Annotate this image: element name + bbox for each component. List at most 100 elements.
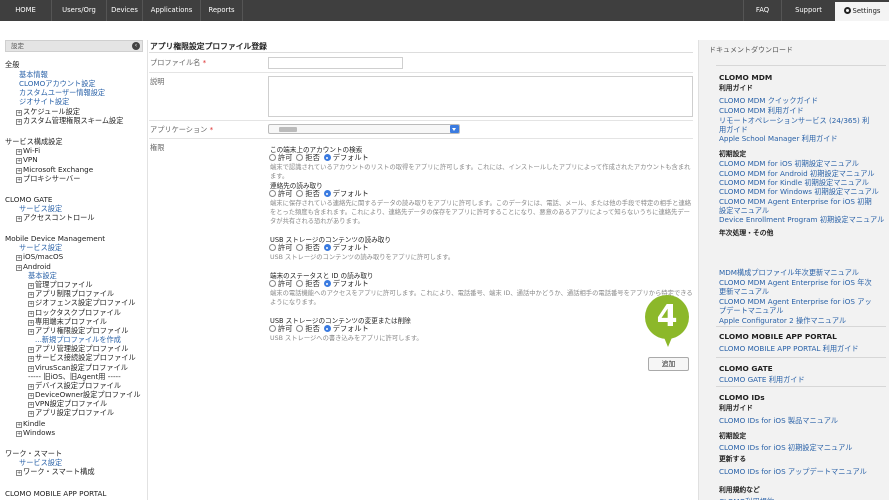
radio-deny[interactable]: 拒否 [296,189,320,198]
expand-icon[interactable]: + [16,216,22,222]
profile-name-label: プロファイル名 * [150,58,207,67]
document-link[interactable]: CLOMO MOBILE APP PORTAL 利用ガイド [719,344,859,354]
nav-applications[interactable]: Applications [143,0,201,21]
sidebar-item-label: Mobile Device Management [5,234,106,243]
sidebar-item-label: CLOMO GATE [5,195,53,204]
sidebar-item[interactable]: + カスタム管理権限スキーム設定 [16,116,123,126]
radio-deny[interactable]: 拒否 [296,153,320,162]
expand-icon[interactable]: + [16,470,22,476]
sidebar-item[interactable]: + VPN [16,155,38,165]
sidebar-item[interactable]: + アクセスコントロール [16,213,95,223]
document-subheading: 初期設定 [719,432,747,440]
expand-icon[interactable]: + [28,329,34,335]
document-link[interactable]: MDM構成プロファイル年次更新マニュアル [719,268,859,278]
radio-allow[interactable]: 許可 [269,153,292,162]
radio-icon [269,154,276,161]
radio-default[interactable]: デフォルト [323,153,369,162]
radio-label: 許可 [278,279,293,288]
nav-home[interactable]: HOME [0,0,52,21]
sidebar-item-label: 専用端末プロファイル [35,317,107,326]
radio-default[interactable]: デフォルト [323,279,369,288]
expand-icon[interactable]: + [16,177,22,183]
add-button[interactable]: 追加 [648,357,689,371]
row-divider [149,138,693,139]
sidebar-item[interactable]: + Windows [16,428,55,438]
application-label: アプリケーション * [150,125,214,134]
document-link[interactable]: Apple School Manager 利用ガイド [719,134,838,144]
sidebar-item-label: ----- 旧iOS、旧Agent用 ----- [28,372,121,381]
radio-label: 拒否 [305,324,320,333]
radio-icon [269,280,276,287]
sidebar-item-label: プロキシサーバー [23,174,81,183]
nav-faq[interactable]: FAQ [743,0,781,21]
nav-support[interactable]: Support [781,0,835,21]
sidebar-item[interactable]: + ジオフェンス設定プロファイル [28,298,135,308]
nav-users-org[interactable]: Users/Org [52,0,107,21]
document-link[interactable]: CLOMO IDs for iOS アップデートマニュアル [719,467,867,477]
expand-icon[interactable]: + [28,301,34,307]
required-mark: * [209,125,214,134]
nav-devices[interactable]: Devices [107,0,143,21]
document-link[interactable]: CLOMO MDM for iOS 初期設定マニュアル [719,159,859,169]
document-link[interactable]: CLOMO GATE 利用ガイド [719,375,805,385]
sidebar-item-label: カスタム管理権限スキーム設定 [23,116,124,125]
radio-allow[interactable]: 許可 [269,189,292,198]
profile-name-input[interactable] [268,57,403,69]
nav-reports[interactable]: Reports [201,0,243,21]
sidebar-item-label: CLOMOアカウント設定 [19,79,96,88]
radio-default[interactable]: デフォルト [323,189,369,198]
radio-deny[interactable]: 拒否 [296,324,320,333]
radio-allow[interactable]: 許可 [269,243,292,252]
radio-label: 許可 [278,324,293,333]
document-link[interactable]: CLOMO MDM for Windows 初期設定マニュアル [719,187,879,197]
radio-default[interactable]: デフォルト [323,243,369,252]
radio-deny[interactable]: 拒否 [296,279,320,288]
document-link[interactable]: Apple Configurator 2 操作マニュアル [719,316,846,326]
sidebar-item[interactable]: + ワーク・スマート構成 [16,467,95,477]
expand-icon[interactable]: + [16,158,22,164]
description-textarea[interactable] [268,76,693,117]
expand-icon[interactable]: + [28,356,34,362]
expand-icon[interactable]: + [16,255,22,261]
sidebar-item-label: Android [23,262,51,271]
expand-icon[interactable]: + [16,431,22,437]
document-link[interactable]: プデートマニュアル [719,306,783,316]
sidebar-item[interactable]: + プロキシサーバー [16,174,80,184]
radio-allow[interactable]: 許可 [269,324,292,333]
document-section-heading: CLOMO MDM [719,73,773,82]
radio-default[interactable]: デフォルト [323,324,369,333]
sidebar-item[interactable]: + サービス接続設定プロファイル [28,353,136,363]
radio-allow[interactable]: 許可 [269,279,292,288]
sidebar-item-label: サービス設定 [19,458,63,467]
nav-settings[interactable]: Settings [835,2,889,21]
expand-icon[interactable]: + [16,265,22,271]
document-link[interactable]: CLOMO MDM クイックガイド [719,96,818,106]
radio-icon [269,190,276,197]
radio-icon [323,325,331,332]
permission-description: USB ストレージのコンテンツの読み取りをアプリに許可します。 [270,254,455,261]
sidebar-section-heading: CLOMO MOBILE APP PORTAL [5,489,106,499]
sidebar-item-label: スケジュール設定 [23,107,80,116]
document-link[interactable]: 更新マニュアル [719,287,769,297]
document-link[interactable]: CLOMO IDs for iOS 製品マニュアル [719,416,838,426]
title-divider [149,52,693,53]
radio-deny[interactable]: 拒否 [296,243,320,252]
document-link[interactable]: CLOMO MDM 利用ガイド [719,106,804,116]
sidebar-item-label: Windows [23,428,56,437]
sidebar-item[interactable]: + iOS/macOS [16,252,63,262]
sidebar-item[interactable]: + アプリ設定プロファイル [28,408,114,418]
permission-description: 端末の電話機能へのアクセスをアプリに許可します。これにより、電話番号、端末 ID… [270,290,693,306]
document-link[interactable]: CLOMO IDs for iOS 初期設定マニュアル [719,443,852,453]
radio-label: 許可 [278,189,293,198]
expand-icon[interactable]: + [28,411,34,417]
expand-icon[interactable]: + [16,119,22,125]
sidebar-item-label: アプリ管理設定プロファイル [35,344,129,353]
sidebar-item-label: Kindle [23,419,46,428]
radio-label: デフォルト [332,324,369,333]
collapse-sidebar-icon[interactable]: ‹ [132,42,140,50]
required-mark: * [202,58,207,67]
application-select[interactable] [268,124,460,134]
sidebar-item[interactable]: ジオサイト設定 [19,97,69,107]
document-link[interactable]: Device Enrollment Program 初期設定マニュアル [719,215,884,225]
sidebar-title: 設定 [11,42,24,50]
